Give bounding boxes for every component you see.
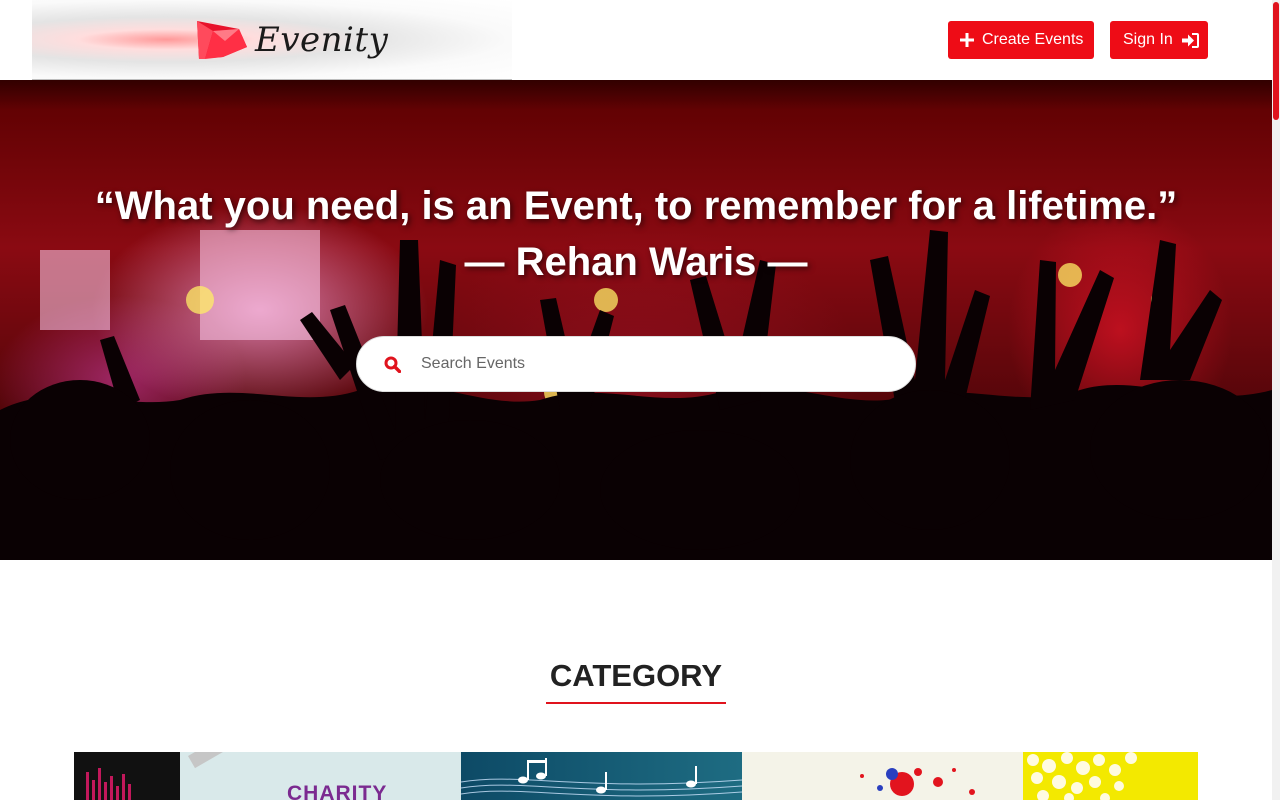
brand-link[interactable]: Evenity bbox=[195, 17, 388, 63]
category-card-paint-splash[interactable] bbox=[742, 752, 1023, 800]
category-card-charity[interactable]: CHARITY bbox=[180, 752, 461, 800]
quote-author: — Rehan Waris — bbox=[464, 240, 808, 284]
category-card-music-notes[interactable] bbox=[461, 752, 742, 800]
charity-ribbon bbox=[188, 752, 282, 769]
brand-name: Evenity bbox=[255, 20, 389, 60]
category-card-popcorn[interactable] bbox=[1023, 752, 1198, 800]
category-title: CATEGORY bbox=[549, 658, 723, 693]
scrollbar-thumb[interactable] bbox=[1273, 2, 1279, 120]
paint-splash-graphic bbox=[860, 768, 975, 796]
create-events-label: Create Events bbox=[982, 31, 1084, 48]
hero-top-shadow bbox=[0, 80, 1272, 110]
sign-in-icon bbox=[1181, 32, 1199, 48]
page-scrollbar[interactable] bbox=[1272, 0, 1280, 800]
search-input[interactable] bbox=[421, 355, 861, 373]
title-underline bbox=[546, 702, 726, 704]
sign-in-label: Sign In bbox=[1123, 31, 1173, 48]
search-icon[interactable] bbox=[384, 356, 401, 373]
crowd-silhouette-image bbox=[0, 230, 1272, 560]
category-cards: CHARITY bbox=[74, 752, 1198, 800]
music-notes-graphic bbox=[461, 758, 742, 797]
site-header: Evenity Create Events Sign In bbox=[0, 0, 1272, 80]
hero-banner: “What you need, is an Event, to remember… bbox=[0, 80, 1272, 560]
plus-icon bbox=[960, 33, 974, 47]
category-card-music-bars[interactable] bbox=[74, 752, 180, 800]
create-events-button[interactable]: Create Events bbox=[948, 21, 1094, 59]
hero-quote: “What you need, is an Event, to remember… bbox=[0, 178, 1272, 290]
charity-label: CHARITY bbox=[287, 782, 388, 800]
logo-icon bbox=[197, 21, 247, 59]
search-bar[interactable] bbox=[356, 336, 916, 392]
sign-in-button[interactable]: Sign In bbox=[1110, 21, 1208, 59]
equalizer-graphic bbox=[86, 768, 131, 800]
popcorn-graphic bbox=[1027, 752, 1137, 800]
quote-text: “What you need, is an Event, to remember… bbox=[94, 184, 1178, 228]
